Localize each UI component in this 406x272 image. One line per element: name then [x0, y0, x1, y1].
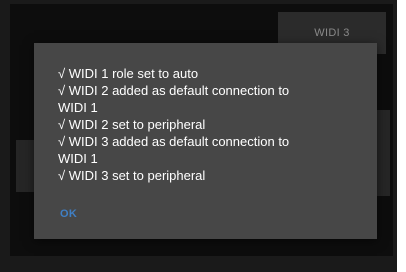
message-line: WIDI 1	[58, 151, 98, 166]
message-line: √ WIDI 2 added as default connection to	[58, 83, 290, 98]
dialog-message: √ WIDI 1 role set to auto √ WIDI 2 added…	[58, 65, 358, 184]
message-line: √ WIDI 3 added as default connection to	[58, 134, 290, 149]
app-screen: WIDI 3 √ WIDI 1 role set to auto √ WIDI …	[0, 0, 397, 272]
status-dialog: √ WIDI 1 role set to auto √ WIDI 2 added…	[34, 43, 377, 239]
message-line: √ WIDI 3 set to peripheral	[58, 168, 206, 183]
message-line: √ WIDI 2 set to peripheral	[58, 117, 206, 132]
ok-button[interactable]: OK	[60, 203, 100, 225]
message-line: WIDI 1	[58, 100, 98, 115]
message-line: √ WIDI 1 role set to auto	[58, 66, 199, 81]
